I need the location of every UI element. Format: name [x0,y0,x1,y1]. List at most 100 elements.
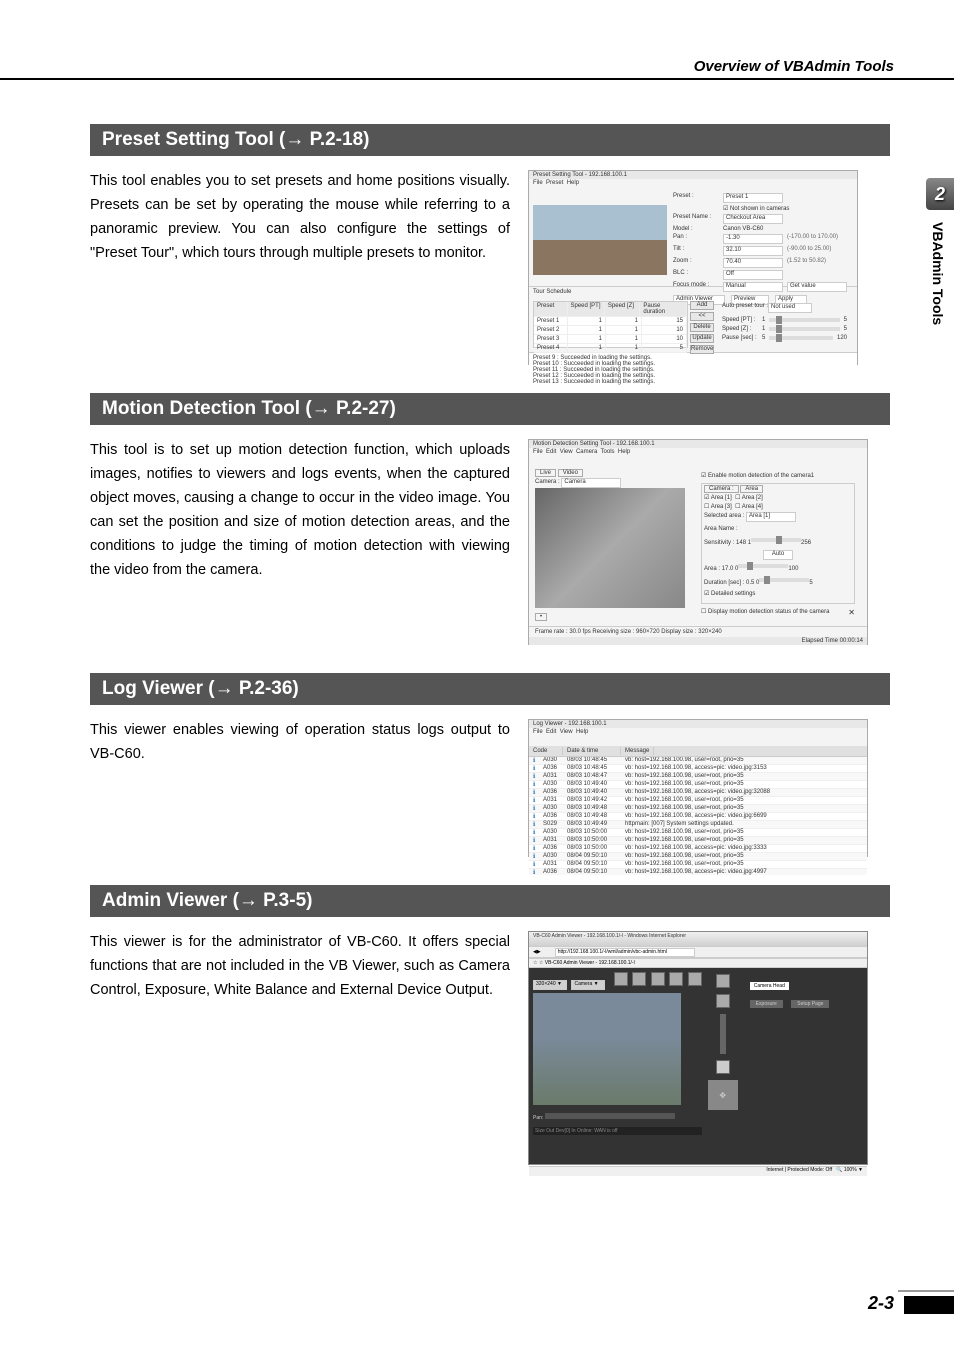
blc-dropdown[interactable]: Off [723,270,783,280]
log-row[interactable]: ℹA03108/03 10:48:47vb: host=192.168.100.… [529,773,867,781]
pan-input[interactable]: -1.30 [723,234,783,244]
tour-dropdown[interactable]: Not used [768,303,812,313]
log-row[interactable]: ℹA03108/03 10:49:42vb: host=192.168.100.… [529,797,867,805]
menu-help[interactable]: Help [618,449,630,455]
tilt-input[interactable]: 32.10 [723,246,783,256]
setup-page-button[interactable]: Setup Page [791,1000,829,1008]
area1-check[interactable]: ☑ Area [1] [704,495,732,501]
zoom-input[interactable]: 70.40 [723,258,783,268]
menu-view[interactable]: View [560,449,573,455]
menu-file[interactable]: File [533,449,543,455]
log-row[interactable]: ℹA03008/03 10:50:00vb: host=192.168.100.… [529,829,867,837]
ptz-button-2[interactable] [716,994,730,1008]
menu-edit[interactable]: Edit [546,729,556,735]
selected-area-dropdown[interactable]: Area [1] [746,512,796,522]
preset-side-button[interactable]: Add [690,301,714,310]
col-code[interactable]: Code [529,747,563,755]
log-row[interactable]: ℹA03608/04 09:50:10vb: host=192.168.100.… [529,869,867,875]
menu-help[interactable]: Help [567,180,579,186]
col-message[interactable]: Message [621,747,654,755]
preset-side-button[interactable]: << [690,312,714,321]
area-slider[interactable] [738,564,788,568]
col-datetime[interactable]: Date & time [563,747,621,755]
window-title: Log Viewer - 192.168.100.1 [529,720,867,728]
menu-tools[interactable]: Tools [601,449,615,455]
control-button[interactable]: • [535,613,547,621]
table-row[interactable]: Preset 11115 [534,317,687,326]
toolbar-btn-1[interactable] [614,972,628,986]
preset-dropdown[interactable]: Preset 1 [723,193,783,203]
menubar: File Preset Help [529,179,857,187]
area2-check[interactable]: ☐ Area [2] [735,495,763,501]
tilt-label: Tilt : [673,246,723,256]
toolbar-btn-2[interactable] [632,972,646,986]
slider-pause[interactable] [769,336,833,340]
menu-edit[interactable]: Edit [546,449,556,455]
model-value: Canon VB-C60 [723,226,763,232]
area4-check[interactable]: ☐ Area [4] [735,504,763,510]
menu-file[interactable]: File [533,729,543,735]
menu-preset[interactable]: Preset [546,180,563,186]
log-row[interactable]: ℹA03108/03 10:50:00vb: host=192.168.100.… [529,837,867,845]
toolbar-btn-4[interactable] [669,972,683,986]
preset-table[interactable]: Preset Speed [PT] Speed [Z] Pause durati… [533,301,688,348]
log-row[interactable]: ℹA03608/03 10:48:45vb: host=192.168.100.… [529,765,867,773]
url-input[interactable]: http://192.168.100.1/-l/wml/admin/vbc-ad… [555,948,695,957]
display-status-check[interactable]: ☐ Display motion detection status of the… [701,609,829,615]
tab-area[interactable]: Area [740,485,763,493]
focus-dropdown[interactable]: Manual [723,282,783,292]
detailed-check[interactable]: ☑ Detailed settings [704,591,755,597]
toolbar-btn-3[interactable] [651,972,665,986]
log-row[interactable]: ℹS02908/03 10:49:49httpmain: [007] Syste… [529,821,867,829]
tab-camera[interactable]: Camera : [704,485,739,493]
log-row[interactable]: ℹA03108/04 09:50:10vb: host=192.168.100.… [529,861,867,869]
log-row[interactable]: ℹA03608/03 10:50:00vb: host=192.168.100.… [529,845,867,853]
camera-dropdown[interactable]: Camera [561,478,621,488]
menu-help[interactable]: Help [576,729,588,735]
video-view[interactable] [533,993,681,1105]
menu-file[interactable]: File [533,180,543,186]
slider-speedz[interactable] [769,327,839,331]
move-control[interactable]: ✥ [708,1080,738,1110]
tab-live[interactable]: Live [535,469,556,477]
menu-view[interactable]: View [560,729,573,735]
preset-side-button[interactable]: Update [690,334,714,343]
table-row[interactable]: Preset 21110 [534,326,687,335]
menu-camera[interactable]: Camera [576,449,597,455]
toolbar-btn-5[interactable] [688,972,702,986]
duration-slider[interactable] [759,578,809,582]
log-body[interactable]: ℹA03008/03 10:48:45vb: host=192.168.100.… [529,757,867,875]
log-row[interactable]: ℹA03008/03 10:49:48vb: host=192.168.100.… [529,805,867,813]
source-dropdown[interactable]: Camera ▼ [571,980,605,990]
preset-side-button[interactable]: Remove [690,345,714,354]
enable-md-check[interactable]: ☑ Enable motion detection of the camera1 [701,473,814,479]
slider-speedpt[interactable] [769,318,839,322]
log-row[interactable]: ℹA03608/03 10:49:40vb: host=192.168.100.… [529,789,867,797]
image-size-dropdown[interactable]: 320×240 ▼ [533,980,567,990]
close-icon[interactable]: ✕ [848,608,855,617]
table-row[interactable]: Preset 4115 [534,344,687,353]
log-row[interactable]: ℹA03008/04 09:50:10vb: host=192.168.100.… [529,853,867,861]
tab-video[interactable]: Video [558,469,583,477]
area3-check[interactable]: ☐ Area [3] [704,504,732,510]
preset-side-button[interactable]: Delete [690,323,714,332]
duration-label: Duration [sec] : [704,580,744,586]
preset-name-input[interactable]: Checkout Area [723,214,783,224]
camera-label: Camera : [535,479,560,485]
panorama-preview[interactable] [533,205,667,275]
log-row[interactable]: ℹA03008/03 10:49:40vb: host=192.168.100.… [529,781,867,789]
ptz-button-1[interactable] [716,974,730,988]
get-value-button[interactable]: Get value [787,282,847,292]
live-preview[interactable] [535,488,685,608]
tilt-slider[interactable] [720,1014,726,1054]
area-value: 17.0 [722,566,734,572]
exposure-button[interactable]: Exposure [750,1000,783,1008]
ptz-button-3[interactable] [716,1060,730,1074]
show-cameras-check[interactable]: ☑ Not shown in cameras [723,205,789,212]
auto-button[interactable]: Auto [763,550,793,560]
pan-slider[interactable] [545,1113,675,1119]
log-row[interactable]: ℹA03008/03 10:48:45vb: host=192.168.100.… [529,757,867,765]
table-row[interactable]: Preset 31110 [534,335,687,344]
log-row[interactable]: ℹA03608/03 10:49:48vb: host=192.168.100.… [529,813,867,821]
sensitivity-slider[interactable] [751,538,801,542]
